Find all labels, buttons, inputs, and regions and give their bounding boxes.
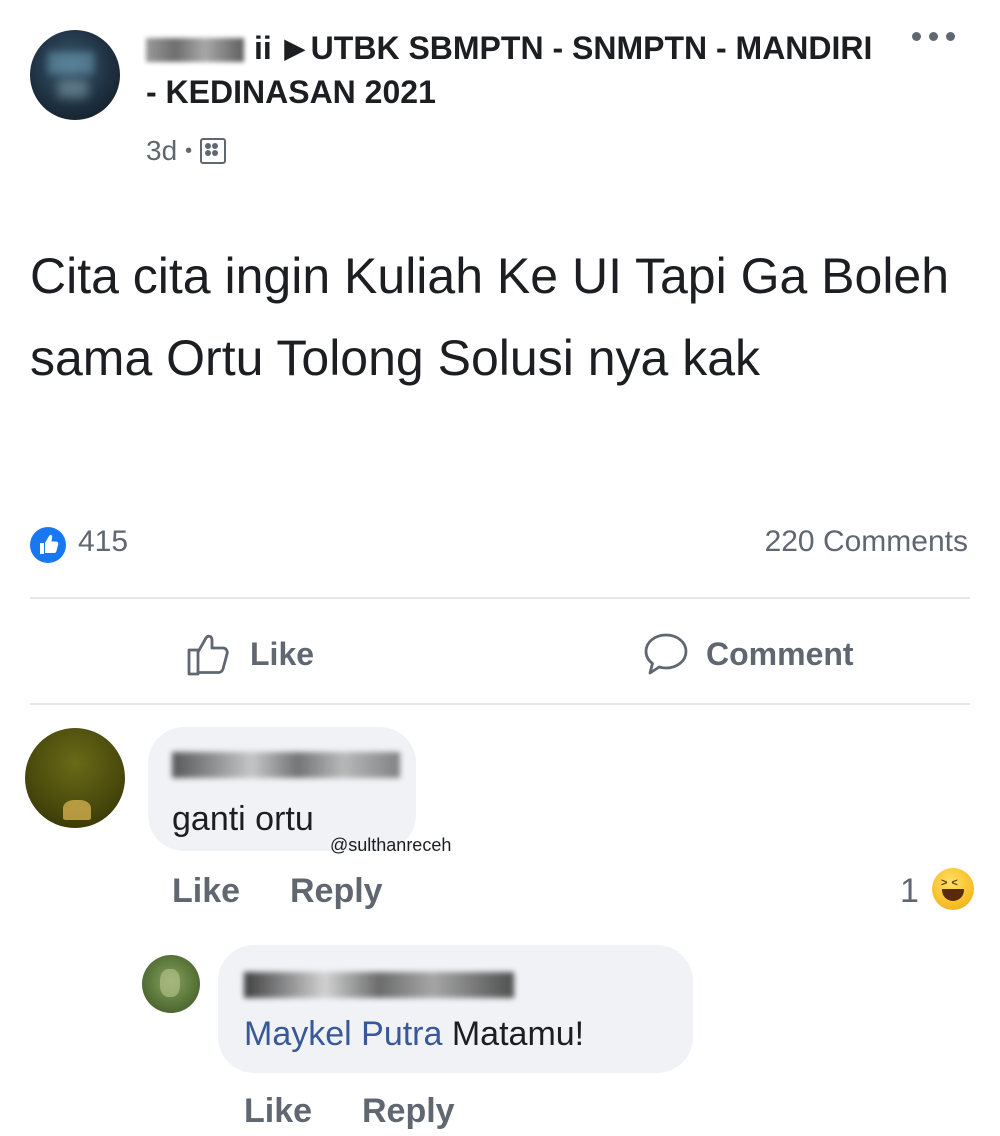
comments-count[interactable]: 220 Comments	[765, 525, 968, 559]
mention-link[interactable]: Maykel Putra	[244, 1015, 442, 1053]
meta-separator: •	[185, 139, 193, 162]
haha-reaction-icon[interactable]: ><	[932, 868, 974, 910]
reply-reply-button[interactable]: Reply	[362, 1092, 455, 1131]
author-name-redacted[interactable]	[146, 38, 244, 62]
comment-text: ganti ortu	[172, 800, 314, 838]
like-reaction-icon[interactable]	[30, 527, 66, 563]
reply-message: Matamu!	[442, 1015, 585, 1053]
post-text: Cita cita ingin Kuliah Ke UI Tapi Ga Bol…	[30, 248, 950, 386]
post-time[interactable]: 3d	[146, 135, 177, 167]
arrow-right-icon: ▶	[284, 33, 305, 63]
like-button[interactable]: Like	[184, 628, 314, 680]
speech-bubble-icon	[644, 633, 688, 675]
comment-like-button[interactable]: Like	[172, 872, 240, 911]
group-icon	[200, 138, 227, 164]
post-header: ii ▶ UTBK SBMPTN - SNMPTN - MANDIRI - KED…	[146, 26, 886, 114]
comment-reaction-count[interactable]: 1	[900, 872, 919, 911]
comment-button[interactable]: Comment	[640, 628, 854, 680]
replier-avatar[interactable]	[142, 955, 200, 1013]
like-count[interactable]: 415	[78, 525, 128, 559]
more-dots-icon[interactable]	[912, 28, 958, 42]
commenter-name-redacted[interactable]	[172, 752, 400, 778]
comment-reply-button[interactable]: Reply	[290, 872, 383, 911]
divider	[30, 597, 970, 599]
like-button-label: Like	[250, 635, 315, 672]
author-name-suffix[interactable]: ii	[254, 30, 272, 66]
replier-name-redacted[interactable]	[244, 972, 514, 998]
reply-like-button[interactable]: Like	[244, 1092, 312, 1131]
watermark: @sulthanreceh	[330, 835, 452, 855]
author-avatar[interactable]	[30, 30, 120, 120]
thumbs-up-icon	[187, 634, 229, 676]
reply-text: Maykel Putra Matamu!	[244, 1015, 584, 1054]
divider	[30, 703, 970, 705]
commenter-avatar[interactable]	[25, 728, 125, 828]
comment-button-label: Comment	[706, 635, 854, 672]
post-meta: 3d •	[146, 135, 227, 167]
